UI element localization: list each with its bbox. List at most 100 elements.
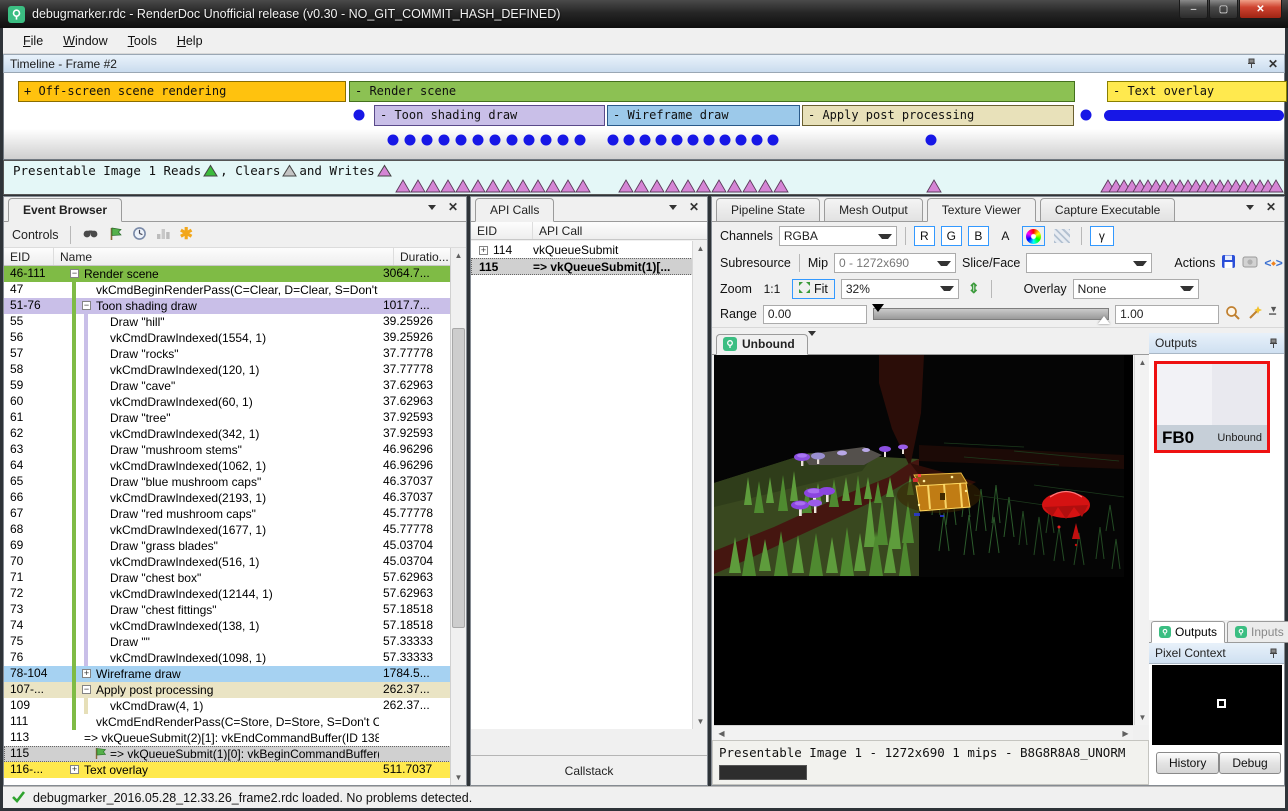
texture-vertical-scrollbar[interactable]: ▲ ▼	[1134, 355, 1149, 725]
scrollbar-thumb[interactable]	[452, 328, 465, 628]
panel-menu-icon[interactable]	[428, 205, 436, 210]
table-row[interactable]: 58vkCmdDrawIndexed(120, 1)37.77778	[4, 362, 451, 378]
channel-b-button[interactable]: B	[968, 226, 989, 246]
slice-face-select[interactable]	[1026, 253, 1152, 273]
api-table-header[interactable]: EID API Call	[471, 222, 707, 240]
tab-mesh-output[interactable]: Mesh Output	[824, 198, 923, 222]
menu-file[interactable]: File	[13, 31, 53, 51]
flip-y-button[interactable]: ⇕	[965, 279, 983, 299]
checkerboard-background-button[interactable]	[1051, 226, 1073, 246]
tab-api-calls[interactable]: API Calls	[475, 198, 554, 222]
range-slider[interactable]	[873, 306, 1109, 322]
table-row[interactable]: 61Draw "tree"37.92593	[4, 410, 451, 426]
close-icon[interactable]: ✕	[689, 202, 699, 212]
channels-select[interactable]: RGBA	[779, 226, 897, 246]
api-calls-scrollbar[interactable]: ▲ ▼	[692, 241, 707, 729]
close-icon[interactable]: ✕	[1266, 202, 1276, 212]
channel-r-button[interactable]: R	[914, 226, 935, 246]
table-row[interactable]: 115=> vkQueueSubmit(1)[...	[471, 258, 707, 275]
table-row[interactable]: 73Draw "chest fittings"57.18518	[4, 602, 451, 618]
table-row[interactable]: +114vkQueueSubmit	[471, 241, 707, 258]
tab-capture-executable[interactable]: Capture Executable	[1040, 198, 1175, 222]
pixel-context-header[interactable]: Pixel Context	[1149, 643, 1284, 664]
table-row[interactable]: 75Draw ""57.33333	[4, 634, 451, 650]
expand-icon[interactable]: +	[70, 765, 79, 774]
menu-help[interactable]: Help	[167, 31, 213, 51]
table-row[interactable]: 62vkCmdDrawIndexed(342, 1)37.92593	[4, 426, 451, 442]
scroll-left-icon[interactable]: ◀	[714, 726, 729, 741]
goto-resource-icon[interactable]: <⬩>	[1264, 256, 1282, 271]
maximize-button[interactable]: ▢	[1209, 0, 1238, 19]
collapse-icon[interactable]: −	[82, 685, 91, 694]
pixel-context-canvas[interactable]	[1152, 665, 1282, 745]
texture-horizontal-scrollbar[interactable]: ◀ ▶	[714, 725, 1133, 740]
range-white-point-handle[interactable]	[1098, 316, 1110, 324]
scroll-up-icon[interactable]: ▲	[693, 241, 708, 256]
outputs-section-header[interactable]: Outputs	[1149, 333, 1284, 354]
table-row[interactable]: 111vkCmdEndRenderPass(C=Store, D=Store, …	[4, 714, 451, 730]
framebuffer-thumbnail[interactable]: FB0 Unbound	[1154, 361, 1270, 453]
gamma-button[interactable]: γ	[1090, 226, 1114, 246]
scroll-down-icon[interactable]: ▼	[693, 714, 708, 729]
tab-event-browser[interactable]: Event Browser	[8, 198, 122, 222]
table-row[interactable]: 78-104+Wireframe draw1784.5...	[4, 666, 451, 682]
close-icon[interactable]: ✕	[1268, 59, 1278, 69]
table-row[interactable]: 63Draw "mushroom stems"46.96296	[4, 442, 451, 458]
table-row[interactable]: 55Draw "hill"39.25926	[4, 314, 451, 330]
zoom-range-icon[interactable]	[1225, 305, 1241, 324]
zoom-fit-button[interactable]: Fit	[792, 279, 835, 299]
debug-button[interactable]: Debug	[1219, 752, 1280, 774]
table-row[interactable]: 76vkCmdDrawIndexed(1098, 1)57.33333	[4, 650, 451, 666]
table-row[interactable]: 74vkCmdDrawIndexed(138, 1)57.18518	[4, 618, 451, 634]
bookmark-icon[interactable]: ✱	[180, 228, 193, 242]
table-row[interactable]: 59Draw "cave"37.62963	[4, 378, 451, 394]
title-bar[interactable]: debugmarker.rdc - RenderDoc Unofficial r…	[0, 0, 1288, 28]
table-row[interactable]: 47vkCmdBeginRenderPass(C=Clear, D=Clear,…	[4, 282, 451, 298]
menu-window[interactable]: Window	[53, 31, 117, 51]
table-row[interactable]: 113=> vkQueueSubmit(2)[1]: vkEndCommandB…	[4, 730, 451, 746]
resource-usage-strip[interactable]: Presentable Image 1 Reads , Clears and W…	[3, 160, 1285, 195]
range-extra-dropdown-icon[interactable]: ▼▔	[1269, 304, 1278, 325]
scroll-down-icon[interactable]: ▼	[451, 770, 466, 785]
find-icon[interactable]	[82, 226, 99, 243]
menu-tools[interactable]: Tools	[118, 31, 167, 51]
table-row[interactable]: 72vkCmdDrawIndexed(12144, 1)57.62963	[4, 586, 451, 602]
time-durations-icon[interactable]	[132, 226, 147, 244]
scroll-up-icon[interactable]: ▲	[451, 248, 466, 263]
zoom-select[interactable]: 32%	[841, 279, 959, 299]
table-row[interactable]: 70vkCmdDrawIndexed(516, 1)45.03704	[4, 554, 451, 570]
event-browser-scrollbar[interactable]: ▲ ▼	[450, 248, 466, 785]
tab-outputs[interactable]: Outputs	[1151, 621, 1225, 643]
table-row[interactable]: 51-76−Toon shading draw1017.7...	[4, 298, 451, 314]
table-row[interactable]: 68vkCmdDrawIndexed(1677, 1)45.77778	[4, 522, 451, 538]
mip-select[interactable]: 0 - 1272x690	[834, 253, 956, 273]
collapse-icon[interactable]: −	[70, 269, 79, 278]
table-row[interactable]: 64vkCmdDrawIndexed(1062, 1)46.96296	[4, 458, 451, 474]
range-min-input[interactable]: 0.00	[763, 305, 867, 324]
history-button[interactable]: History	[1156, 752, 1219, 774]
table-row[interactable]: 57Draw "rocks"37.77778	[4, 346, 451, 362]
table-row[interactable]: 66vkCmdDrawIndexed(2193, 1)46.37037	[4, 490, 451, 506]
table-row[interactable]: 71Draw "chest box"57.62963	[4, 570, 451, 586]
texture-image[interactable]	[714, 355, 1133, 725]
scroll-right-icon[interactable]: ▶	[1118, 726, 1133, 741]
table-row[interactable]: 107-...−Apply post processing262.37...	[4, 682, 451, 698]
table-row[interactable]: 67Draw "red mushroom caps"45.77778	[4, 506, 451, 522]
tab-texture-viewer[interactable]: Texture Viewer	[927, 198, 1036, 222]
table-row[interactable]: 115=> vkQueueSubmit(1)[0]: vkBeginComman…	[4, 746, 451, 762]
scroll-up-icon[interactable]: ▲	[1135, 355, 1150, 370]
zoom-1to1-button[interactable]: 1:1	[758, 279, 786, 299]
table-row[interactable]: 65Draw "blue mushroom caps"46.37037	[4, 474, 451, 490]
table-row[interactable]: 46-111−Render scene3064.7...	[4, 266, 451, 282]
tab-inputs[interactable]: Inputs	[1227, 621, 1288, 643]
scroll-down-icon[interactable]: ▼	[1135, 710, 1150, 725]
table-row[interactable]: 60vkCmdDrawIndexed(60, 1)37.62963	[4, 394, 451, 410]
custom-display-button[interactable]	[1022, 226, 1045, 246]
expand-icon[interactable]: +	[479, 246, 488, 255]
timeline-panel-header[interactable]: Timeline - Frame #2 ✕	[3, 54, 1285, 73]
pin-icon[interactable]	[1269, 648, 1278, 659]
table-row[interactable]: 69Draw "grass blades"45.03704	[4, 538, 451, 554]
close-icon[interactable]: ✕	[448, 202, 458, 212]
event-table-header[interactable]: EID Name Duratio...	[4, 248, 466, 266]
tab-current-texture[interactable]: Unbound	[716, 334, 808, 355]
